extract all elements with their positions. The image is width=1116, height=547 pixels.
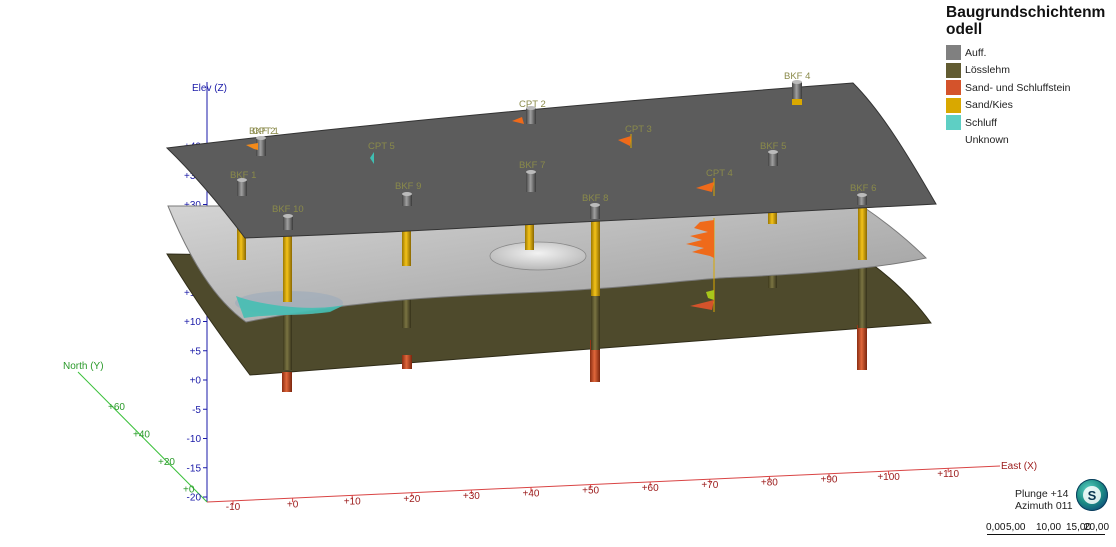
view-orientation: Plunge +14 Azimuth 011 [1015, 488, 1073, 512]
scale-line [987, 534, 1105, 535]
azimuth-readout: Azimuth 011 [1015, 500, 1073, 512]
legend-swatch [946, 115, 961, 131]
label-bkf-4[interactable]: BKF 4 [784, 71, 810, 82]
legend-label: Sand- und Schluffstein [965, 81, 1071, 94]
legend-swatch [946, 62, 961, 78]
north-tick-label: +0 [183, 485, 195, 496]
scale-label: 10,00 [1036, 522, 1062, 533]
legend-item: Sand/Kies [946, 97, 1114, 115]
east-tick-label: +0 [287, 499, 299, 510]
east-tick-label: +60 [642, 483, 659, 494]
plunge-readout: Plunge +14 [1015, 488, 1069, 500]
legend-label: Schluff [965, 116, 997, 129]
east-tick-label: +50 [582, 486, 599, 497]
compass-icon[interactable]: S [1076, 479, 1108, 511]
east-tick-label: +70 [701, 480, 718, 491]
label-bkf-6[interactable]: BKF 6 [850, 183, 876, 194]
east-tick-label: +10 [344, 497, 361, 508]
legend-item: Lösslehm [946, 62, 1114, 80]
east-tick-label: +100 [877, 472, 900, 483]
elev-ticks: +40+35+30+25+20+15+10+5+0-5-10-15-20 [184, 142, 207, 504]
scale-label: 5,00 [1006, 522, 1026, 533]
elev-tick-label: -10 [187, 434, 202, 445]
north-axis-label: North (Y) [63, 361, 104, 372]
label-cpt-2[interactable]: CPT 2 [519, 99, 546, 110]
legend: Baugrundschichtenmodell Auff. Lösslehm San… [946, 4, 1114, 149]
legend-swatch [946, 45, 961, 61]
legend-label: Lösslehm [965, 64, 1010, 77]
north-tick-label: +40 [133, 430, 150, 441]
east-tick-label: +90 [821, 475, 838, 486]
east-ticks: -10 +0 +10 +20 +30 +40 +50 +60 +70 +80 +90 +100 +110 [226, 468, 960, 513]
label-cpt-1[interactable]: CPT 1 [252, 126, 279, 137]
east-axis-label: East (X) [1001, 461, 1037, 472]
scale-bar: 0,00 5,00 10,00 15,00 20,00 [986, 522, 1110, 544]
label-cpt-4[interactable]: CPT 4 [706, 168, 733, 179]
label-cpt-3[interactable]: CPT 3 [625, 124, 652, 135]
east-tick-label: -10 [226, 502, 241, 513]
label-bkf-9[interactable]: BKF 9 [395, 181, 421, 192]
north-tick-label: +20 [158, 457, 175, 468]
legend-item: Auff. [946, 44, 1114, 62]
legend-item: Unknown [946, 132, 1114, 150]
legend-swatch [946, 80, 961, 96]
legend-items: Auff. Lösslehm Sand- und Schluffstein Sand/… [946, 44, 1114, 149]
legend-title: Baugrundschichtenmodell [946, 4, 1106, 38]
scale-label: 20,00 [1084, 522, 1110, 533]
elev-tick-label: +10 [184, 317, 201, 328]
elev-tick-label: -15 [187, 463, 202, 474]
label-bkf-5[interactable]: BKF 5 [760, 141, 786, 152]
legend-label: Auff. [965, 46, 987, 59]
legend-label: Sand/Kies [965, 99, 1013, 112]
east-tick-label: +40 [523, 488, 540, 499]
label-bkf-10[interactable]: BKF 10 [272, 204, 304, 215]
legend-swatch [946, 132, 961, 148]
legend-item: Schluff [946, 114, 1114, 132]
label-bkf-1[interactable]: BKF 1 [230, 170, 256, 181]
elev-tick-label: -5 [192, 405, 201, 416]
lens-grey [489, 241, 587, 271]
legend-swatch [946, 97, 961, 113]
east-tick-label: +20 [403, 494, 420, 505]
label-bkf-8[interactable]: BKF 8 [582, 193, 608, 204]
compass-letter: S [1083, 486, 1101, 504]
east-tick-label: +110 [937, 469, 959, 480]
label-cpt-5[interactable]: CPT 5 [368, 141, 395, 152]
legend-label: Unknown [965, 134, 1009, 147]
east-tick-label: +30 [463, 491, 480, 502]
north-tick-label: +60 [108, 402, 125, 413]
elev-axis-label: Elev (Z) [192, 83, 227, 94]
elev-tick-label: +5 [190, 346, 202, 357]
legend-item: Sand- und Schluffstein [946, 79, 1114, 97]
elev-tick-label: +0 [190, 376, 202, 387]
label-bkf-7[interactable]: BKF 7 [519, 160, 545, 171]
scale-label: 0,00 [986, 522, 1006, 533]
east-tick-label: +80 [761, 477, 778, 488]
